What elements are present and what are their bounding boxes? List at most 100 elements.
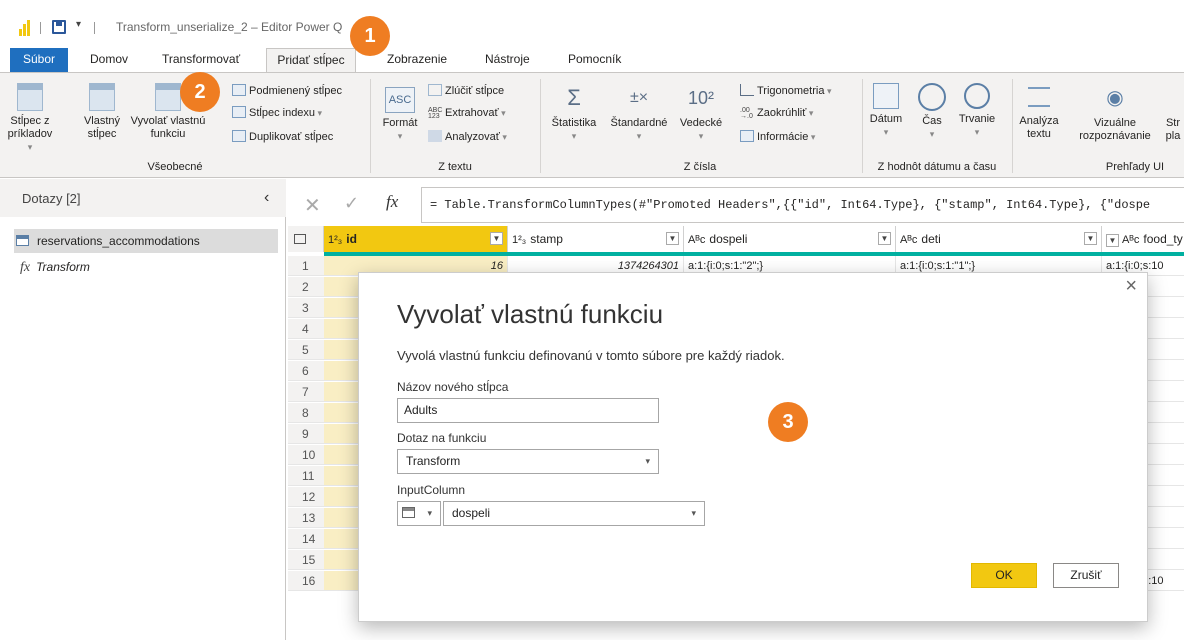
step-badge-1: 1: [350, 16, 390, 56]
standard-operators-icon: ±×: [629, 89, 649, 106]
column-header-dospeli[interactable]: Aᴮc dospeli ▼: [684, 226, 896, 252]
column-header-id[interactable]: 1²₃ id ▼: [324, 226, 508, 252]
conditional-column-button[interactable]: Podmienený stĺpec: [232, 83, 342, 99]
ribbon-tabs: Súbor Domov Transformovať Pridať stĺpec …: [0, 48, 1184, 73]
table-icon: [17, 83, 43, 111]
collapse-chevron-icon[interactable]: ‹: [264, 189, 269, 207]
column-type-icon: Aᴮc: [900, 234, 918, 246]
row-number[interactable]: 9: [288, 424, 324, 444]
statistics-button[interactable]: Σ Štatistika ▾: [544, 83, 604, 143]
function-table-icon: [155, 83, 181, 111]
confirm-formula-icon[interactable]: ✓: [344, 193, 359, 214]
information-button[interactable]: Informácie ▾: [740, 129, 815, 145]
text-analytics-button[interactable]: Analýza textu: [1014, 83, 1064, 141]
queries-pane-header: Dotazy [2] ‹: [0, 179, 286, 217]
close-icon[interactable]: ×: [1125, 275, 1137, 298]
tab-add-column[interactable]: Pridať stĺpec: [266, 48, 356, 73]
parse-button[interactable]: Analyzovať ▾: [428, 129, 507, 145]
rounding-button[interactable]: .00 →.0 Zaokrúhliť ▾: [740, 105, 813, 121]
index-column-button[interactable]: Stĺpec indexu ▾: [232, 105, 322, 121]
row-number[interactable]: 13: [288, 508, 324, 528]
query-item-reservations[interactable]: reservations_accommodations: [14, 229, 278, 253]
dialog-title: Vyvolať vlastnú funkciu: [397, 299, 664, 329]
tab-help[interactable]: Pomocník: [566, 48, 623, 72]
function-query-select[interactable]: Transform ▾: [397, 449, 659, 474]
format-button[interactable]: ASC Formát ▾: [380, 87, 420, 143]
column-header-deti[interactable]: Aᴮc deti ▼: [896, 226, 1102, 252]
column-header-food-type[interactable]: ▼ Aᴮc food_ty: [1102, 226, 1184, 252]
function-query-label: Dotaz na funkciu: [397, 431, 487, 445]
scientific-button[interactable]: 10² Vedecké ▾: [676, 83, 726, 143]
column-type-select[interactable]: ▾: [397, 501, 441, 526]
time-button[interactable]: Čas ▾: [912, 83, 952, 141]
trigonometry-button[interactable]: Trigonometria ▾: [740, 83, 831, 99]
save-icon[interactable]: [52, 20, 66, 34]
column-filter-dropdown-icon[interactable]: ▼: [666, 232, 679, 245]
new-column-name-input[interactable]: Adults: [397, 398, 659, 423]
tab-home[interactable]: Domov: [88, 48, 130, 72]
ribbon: Stĺpec z príkladov ▾ Vlastný stĺpec Vyvo…: [0, 72, 1184, 178]
duplicate-column-icon: [232, 130, 246, 142]
power-bi-logo-icon: [19, 20, 30, 36]
calendar-icon: [873, 83, 899, 109]
text-analytics-icon: [1028, 87, 1050, 107]
ok-button[interactable]: OK: [971, 563, 1037, 588]
row-number[interactable]: 14: [288, 529, 324, 549]
row-number[interactable]: 2: [288, 277, 324, 297]
function-fx-icon: fx: [20, 260, 31, 275]
table-icon: [402, 507, 415, 518]
table-menu-button[interactable]: [288, 226, 324, 252]
formula-bar: ✕ ✓ fx = Table.TransformColumnTypes(#"Pr…: [288, 187, 1184, 225]
quick-access-dropdown-icon[interactable]: ▾: [76, 19, 81, 30]
information-icon: [740, 130, 754, 142]
formula-input[interactable]: = Table.TransformColumnTypes(#"Promoted …: [421, 187, 1184, 223]
column-from-examples-button[interactable]: Stĺpec z príkladov ▾: [6, 83, 54, 154]
query-item-transform[interactable]: fx Transform: [14, 255, 278, 279]
tab-file[interactable]: Súbor: [10, 48, 68, 72]
row-number[interactable]: 16: [288, 571, 324, 591]
merge-columns-button[interactable]: Zlúčiť stĺpce: [428, 83, 504, 99]
row-number[interactable]: 15: [288, 550, 324, 570]
row-number[interactable]: 10: [288, 445, 324, 465]
group-label-numbers: Z čísla: [683, 161, 717, 173]
standard-button[interactable]: ±× Štandardné ▾: [604, 83, 674, 143]
row-number[interactable]: 7: [288, 382, 324, 402]
tab-transform[interactable]: Transformovať: [160, 48, 242, 72]
statistics-sigma-icon: Σ: [567, 85, 581, 110]
row-number[interactable]: 11: [288, 466, 324, 486]
extract-button[interactable]: ABC 123 Extrahovať ▾: [428, 105, 506, 121]
custom-column-button[interactable]: Vlastný stĺpec: [82, 83, 122, 141]
row-number[interactable]: 5: [288, 340, 324, 360]
column-type-icon: 1²₃: [328, 234, 343, 246]
trigonometry-icon: [740, 84, 754, 96]
input-column-select[interactable]: dospeli ▾: [443, 501, 705, 526]
function-fx-icon[interactable]: fx: [386, 192, 398, 212]
column-header-stamp[interactable]: 1²₃ stamp ▼: [508, 226, 684, 252]
cancel-button[interactable]: Zrušiť: [1053, 563, 1119, 588]
column-filter-dropdown-icon[interactable]: ▼: [490, 232, 503, 245]
queries-pane: Dotazy [2] ‹ reservations_accommodations…: [0, 179, 286, 640]
vision-button[interactable]: ◉ Vizuálne rozpoznávanie: [1070, 83, 1160, 143]
stopwatch-icon: [964, 83, 990, 109]
column-filter-dropdown-icon[interactable]: ▼: [1106, 234, 1119, 247]
row-number[interactable]: 8: [288, 403, 324, 423]
row-number[interactable]: 12: [288, 487, 324, 507]
column-type-icon: 1²₃: [512, 234, 527, 246]
date-button[interactable]: Dátum ▾: [864, 83, 908, 139]
duration-button[interactable]: Trvanie ▾: [952, 83, 1002, 139]
tab-tools[interactable]: Nástroje: [483, 48, 532, 72]
cancel-formula-icon[interactable]: ✕: [304, 193, 321, 218]
azure-ml-button[interactable]: Str pla: [1158, 83, 1184, 143]
column-filter-dropdown-icon[interactable]: ▼: [878, 232, 891, 245]
row-number[interactable]: 3: [288, 298, 324, 318]
duplicate-column-button[interactable]: Duplikovať stĺpec: [232, 129, 333, 145]
tab-view[interactable]: Zobrazenie: [385, 48, 449, 72]
row-number[interactable]: 6: [288, 361, 324, 381]
scientific-power-icon: 10²: [687, 88, 714, 108]
chevron-down-icon: ▾: [645, 456, 650, 466]
row-number[interactable]: 1: [288, 256, 324, 276]
row-number[interactable]: 4: [288, 319, 324, 339]
table-menu-icon: [294, 234, 306, 244]
group-label-datetime: Z hodnôt dátumu a času: [877, 161, 997, 173]
column-filter-dropdown-icon[interactable]: ▼: [1084, 232, 1097, 245]
